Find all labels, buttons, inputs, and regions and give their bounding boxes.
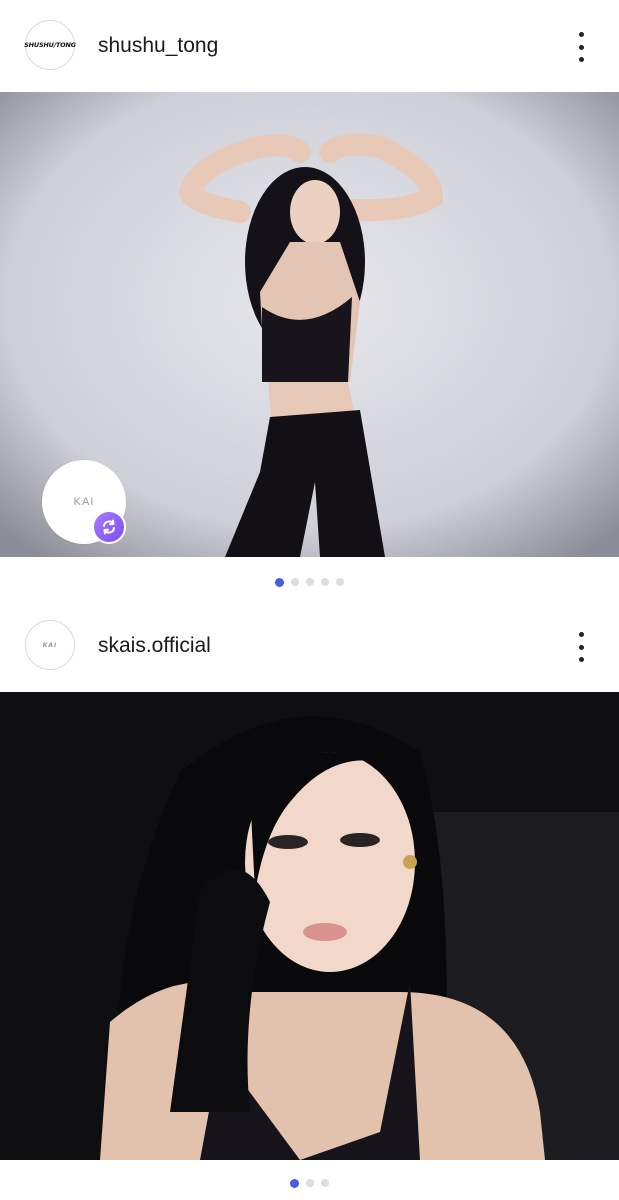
more-vertical-icon bbox=[578, 632, 584, 637]
pager-dot[interactable] bbox=[321, 578, 329, 586]
photo-image bbox=[0, 692, 619, 1160]
repost-icon[interactable] bbox=[92, 510, 126, 544]
pager-dot-active[interactable] bbox=[290, 1178, 299, 1188]
profile-avatar[interactable]: SHUSHU/TONG bbox=[24, 20, 76, 70]
more-vertical-icon-dot bbox=[578, 57, 584, 62]
more-vertical-icon-dot bbox=[578, 644, 584, 650]
more-options-button[interactable] bbox=[568, 630, 594, 664]
carousel-pager bbox=[0, 577, 619, 588]
pager-dot[interactable] bbox=[321, 1179, 329, 1187]
username[interactable]: skais.official bbox=[98, 634, 211, 658]
more-vertical-icon-dot bbox=[578, 44, 584, 50]
pager-dot[interactable] bbox=[336, 578, 344, 586]
avatar-logo-text: KAI bbox=[42, 641, 58, 649]
more-options-button[interactable] bbox=[568, 30, 594, 64]
profile-avatar[interactable]: KAI bbox=[25, 620, 75, 670]
pager-dot[interactable] bbox=[291, 578, 299, 586]
post-photo[interactable]: KAI bbox=[0, 92, 619, 557]
more-vertical-icon bbox=[578, 32, 584, 37]
pager-dot-active[interactable] bbox=[275, 577, 284, 587]
pager-dot[interactable] bbox=[306, 578, 314, 586]
carousel-pager bbox=[0, 1178, 619, 1189]
repost-arrows-icon bbox=[103, 519, 115, 535]
badge-label: KAI bbox=[73, 496, 95, 508]
username[interactable]: shushu_tong bbox=[98, 34, 218, 58]
more-vertical-icon-dot bbox=[578, 657, 584, 662]
pager-dot[interactable] bbox=[306, 1179, 314, 1187]
post-header: KAI skais.official bbox=[0, 600, 619, 692]
avatar-logo-text: SHUSHU/TONG bbox=[24, 41, 76, 49]
post-photo[interactable] bbox=[0, 692, 619, 1160]
post-header: SHUSHU/TONG shushu_tong bbox=[0, 0, 619, 92]
